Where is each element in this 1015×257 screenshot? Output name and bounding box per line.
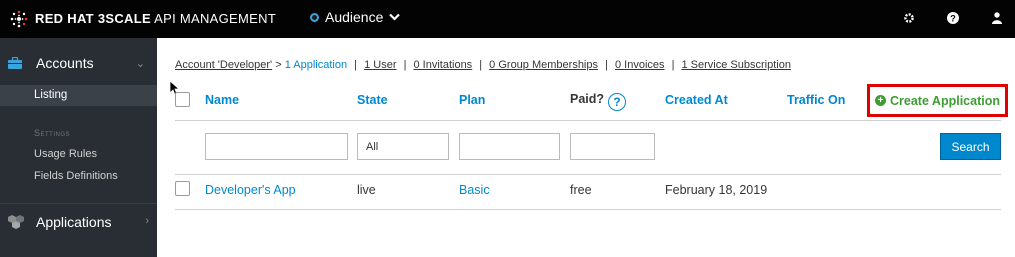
sidebar-item-fields-definitions[interactable]: Fields Definitions (34, 170, 118, 182)
sidebar: Accounts ⌄ Listing Settings Usage Rules … (0, 38, 157, 257)
user-icon[interactable] (989, 10, 1005, 26)
breadcrumb: Account 'Developer' > 1 Application | 1 … (175, 59, 791, 71)
cubes-icon (8, 214, 24, 229)
divider (175, 174, 1001, 175)
chevron-down-icon: ⌄ (135, 58, 145, 70)
application-plan-link[interactable]: Basic (459, 183, 490, 197)
audience-target-icon (310, 12, 319, 22)
application-state: live (357, 183, 376, 197)
breadcrumb-separator: > (275, 59, 282, 71)
create-application-label: Create Application (890, 93, 1000, 108)
brand-title[interactable]: RED HAT 3SCALE API MANAGEMENT (35, 11, 276, 26)
top-navbar: RED HAT 3SCALE API MANAGEMENT Audience ? (0, 0, 1015, 38)
sidebar-item-accounts[interactable]: Accounts ⌄ (0, 45, 157, 81)
pipe-separator: | (671, 59, 675, 71)
column-header-paid: Paid?? (570, 92, 627, 111)
sidebar-item-applications[interactable]: Applications › (0, 203, 157, 239)
column-header-paid-label: Paid? (570, 92, 605, 106)
gear-icon[interactable] (901, 10, 917, 26)
select-all-checkbox[interactable] (175, 92, 190, 107)
pipe-separator: | (354, 59, 358, 71)
application-created-at: February 18, 2019 (665, 183, 768, 197)
sidebar-item-usage-rules[interactable]: Usage Rules (34, 148, 97, 160)
name-filter-input[interactable] (205, 133, 348, 160)
breadcrumb-service-subscriptions-link[interactable]: 1 Service Subscription (682, 59, 791, 71)
pipe-separator: | (403, 59, 407, 71)
chevron-down-icon (389, 13, 401, 21)
row-select-checkbox[interactable] (175, 181, 190, 196)
search-button[interactable]: Search (940, 133, 1001, 160)
3scale-logo-icon (10, 10, 28, 28)
sidebar-item-listing[interactable]: Listing (0, 85, 157, 106)
breadcrumb-invoices-link[interactable]: 0 Invoices (615, 59, 665, 71)
question-icon[interactable]: ? (945, 10, 961, 26)
breadcrumb-applications-link[interactable]: 1 Application (285, 59, 347, 71)
breadcrumb-group-memberships-link[interactable]: 0 Group Memberships (489, 59, 598, 71)
plus-circle-icon: + (875, 95, 886, 106)
column-header-state[interactable]: State (357, 93, 388, 107)
briefcase-icon (8, 57, 22, 69)
column-header-name[interactable]: Name (205, 93, 239, 107)
application-paid: free (570, 183, 592, 197)
breadcrumb-account-link[interactable]: Account 'Developer' (175, 59, 272, 71)
context-selector-audience[interactable]: Audience (310, 9, 401, 25)
divider (175, 209, 1001, 210)
column-header-plan[interactable]: Plan (459, 93, 485, 107)
help-icon[interactable]: ? (608, 93, 627, 111)
brand-rest-text: API MANAGEMENT (154, 11, 277, 26)
state-filter-select[interactable] (357, 133, 449, 160)
pipe-separator: | (605, 59, 608, 71)
sidebar-section-settings: Settings (34, 128, 71, 138)
breadcrumb-users-link[interactable]: 1 User (364, 59, 396, 71)
application-name-link[interactable]: Developer's App (205, 183, 296, 197)
chevron-right-icon: › (145, 215, 149, 227)
plan-filter-input[interactable] (459, 133, 560, 160)
sidebar-item-label: Accounts (36, 55, 94, 71)
sidebar-item-label: Applications (36, 213, 112, 230)
divider (175, 120, 1001, 121)
column-header-traffic-on[interactable]: Traffic On (787, 93, 845, 107)
column-header-created-at[interactable]: Created At (665, 93, 728, 107)
brand-bold-text: RED HAT 3SCALE (35, 11, 151, 26)
breadcrumb-invitations-link[interactable]: 0 Invitations (413, 59, 472, 71)
paid-filter-input[interactable] (570, 133, 655, 160)
create-application-button[interactable]: + Create Application (867, 84, 1008, 117)
pipe-separator: | (479, 59, 483, 71)
svg-text:?: ? (950, 14, 956, 24)
context-selector-label: Audience (325, 9, 384, 25)
